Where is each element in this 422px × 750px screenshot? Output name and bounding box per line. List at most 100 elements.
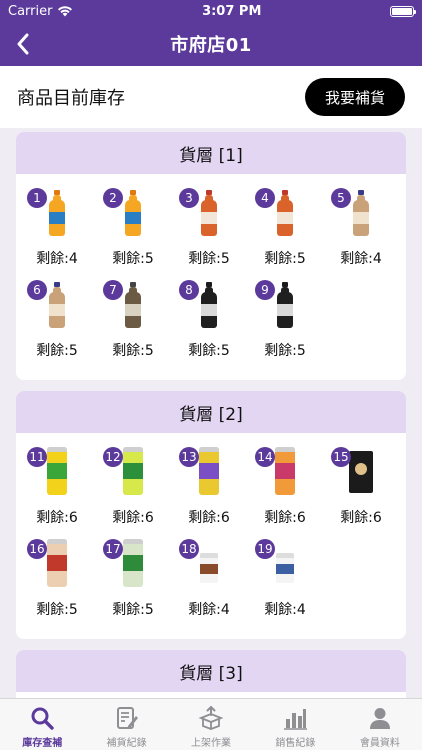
slot-number-badge: 8 (179, 280, 199, 300)
slot-number-badge: 15 (331, 447, 351, 467)
product-slot[interactable]: 4 剩餘:5 (247, 184, 323, 276)
remaining-count: 剩餘:5 (36, 343, 78, 359)
product-slot[interactable]: 2 剩餘:5 (95, 184, 171, 276)
slot-number-badge: 4 (255, 188, 275, 208)
product-image: 14 (247, 443, 323, 497)
orange-juice-bottle-icon (49, 190, 65, 236)
product-slot[interactable]: 19 剩餘:4 (247, 535, 323, 627)
top-bar: Carrier 3:07 PM 市府店01 (0, 0, 422, 66)
tab-label: 庫存查補 (22, 738, 63, 749)
tab-member-info[interactable]: 會員資料 (338, 699, 422, 750)
milk-tea-bottle-icon (49, 282, 65, 328)
product-image: 17 (95, 535, 171, 589)
edit-document-icon (116, 707, 138, 729)
back-button[interactable] (8, 28, 38, 60)
product-slot[interactable]: 1 剩餘:4 (19, 184, 95, 276)
tab-inventory[interactable]: 庫存查補 (0, 699, 84, 750)
remaining-count: 剩餘:5 (264, 251, 306, 267)
shelf-title: 貨層 [3] (16, 650, 406, 692)
shelf-list[interactable]: 貨層 [1] 1 剩餘:4 2 剩餘:5 3 剩餘:5 4 剩餘:5 5 剩餘:4 6 剩餘:5 7 剩餘… (0, 128, 422, 698)
snack-canister-icon (199, 447, 219, 495)
product-image: 5 (323, 184, 399, 238)
black-coffee-bottle-icon (201, 282, 217, 328)
snack-canister-icon (123, 447, 143, 495)
inventory-header: 商品目前庫存 我要補貨 (0, 66, 422, 128)
product-slot[interactable]: 12 剩餘:6 (95, 443, 171, 535)
slot-number-badge: 16 (27, 539, 47, 559)
product-image: 8 (171, 276, 247, 330)
slot-number-badge: 19 (255, 539, 275, 559)
carrier-group: Carrier (8, 4, 73, 19)
slot-number-badge: 18 (179, 539, 199, 559)
remaining-count: 剩餘:4 (264, 602, 306, 618)
product-slot[interactable]: 6 剩餘:5 (19, 276, 95, 368)
shelf-title: 貨層 [2] (16, 391, 406, 433)
orange-juice-bottle-icon (125, 190, 141, 236)
product-slot[interactable]: 8 剩餘:5 (171, 276, 247, 368)
product-grid: 11 剩餘:6 12 剩餘:6 13 剩餘:6 14 剩餘:6 15 剩餘:6 16 剩餘:5 17 剩餘… (16, 433, 406, 627)
tab-label: 補貨紀錄 (106, 738, 147, 749)
remaining-count: 剩餘:5 (36, 602, 78, 618)
slot-number-badge: 12 (103, 447, 123, 467)
product-slot[interactable]: 17 剩餘:5 (95, 535, 171, 627)
product-slot[interactable]: 9 剩餘:5 (247, 276, 323, 368)
remaining-count: 剩餘:5 (112, 602, 154, 618)
slot-number-badge: 1 (27, 188, 47, 208)
coffee-bottle-icon (125, 282, 141, 328)
product-slot[interactable]: 11 剩餘:6 (19, 443, 95, 535)
product-slot[interactable]: 16 剩餘:5 (19, 535, 95, 627)
product-slot[interactable]: 18 剩餘:4 (171, 535, 247, 627)
product-image: 4 (247, 184, 323, 238)
milk-tea-bottle-icon (353, 190, 369, 236)
remaining-count: 剩餘:5 (188, 343, 230, 359)
remaining-count: 剩餘:5 (264, 343, 306, 359)
slot-number-badge: 3 (179, 188, 199, 208)
slot-number-badge: 14 (255, 447, 275, 467)
box-upload-icon (198, 705, 224, 730)
slot-number-badge: 5 (331, 188, 351, 208)
restock-button[interactable]: 我要補貨 (304, 78, 405, 116)
product-slot[interactable]: 5 剩餘:4 (323, 184, 399, 276)
product-image: 13 (171, 443, 247, 497)
shelf-title: 貨層 [1] (16, 132, 406, 174)
product-slot[interactable]: 15 剩餘:6 (323, 443, 399, 535)
carrier-label: Carrier (8, 3, 53, 19)
page-title: 市府店01 (170, 35, 252, 56)
slot-number-badge: 17 (103, 539, 123, 559)
shelf-card: 貨層 [1] 1 剩餘:4 2 剩餘:5 3 剩餘:5 4 剩餘:5 5 剩餘:4 6 剩餘:5 7 剩餘… (16, 132, 406, 380)
bar-chart-icon (284, 709, 308, 730)
slot-number-badge: 2 (103, 188, 123, 208)
remaining-count: 剩餘:6 (340, 510, 382, 526)
product-image: 11 (19, 443, 95, 497)
chips-can-icon (47, 539, 67, 587)
product-image: 7 (95, 276, 171, 330)
remaining-count: 剩餘:6 (188, 510, 230, 526)
tab-label: 銷售紀錄 (275, 738, 316, 749)
black-coffee-bottle-icon (277, 282, 293, 328)
product-image: 12 (95, 443, 171, 497)
remaining-count: 剩餘:6 (112, 510, 154, 526)
product-image: 15 (323, 443, 399, 497)
tab-label: 會員資料 (359, 738, 400, 749)
slot-number-badge: 7 (103, 280, 123, 300)
cookie-box-icon (349, 451, 373, 493)
person-icon (369, 708, 390, 729)
tab-shelving[interactable]: 上架作業 (169, 699, 253, 750)
chips-can-icon (123, 539, 143, 587)
remaining-count: 剩餘:5 (112, 343, 154, 359)
snack-canister-icon (275, 447, 295, 495)
product-slot[interactable]: 3 剩餘:5 (171, 184, 247, 276)
product-image: 18 (171, 535, 247, 589)
noodle-cup-icon (200, 553, 218, 583)
remaining-count: 剩餘:6 (36, 510, 78, 526)
product-slot[interactable]: 13 剩餘:6 (171, 443, 247, 535)
product-image: 6 (19, 276, 95, 330)
status-bar: Carrier 3:07 PM (0, 0, 422, 22)
tab-sales-records[interactable]: 銷售紀錄 (253, 699, 337, 750)
search-icon (31, 707, 54, 730)
product-slot[interactable]: 7 剩餘:5 (95, 276, 171, 368)
tab-restock-records[interactable]: 補貨紀錄 (84, 699, 168, 750)
red-tea-bottle-icon (201, 190, 217, 236)
product-slot[interactable]: 14 剩餘:6 (247, 443, 323, 535)
remaining-count: 剩餘:5 (112, 251, 154, 267)
